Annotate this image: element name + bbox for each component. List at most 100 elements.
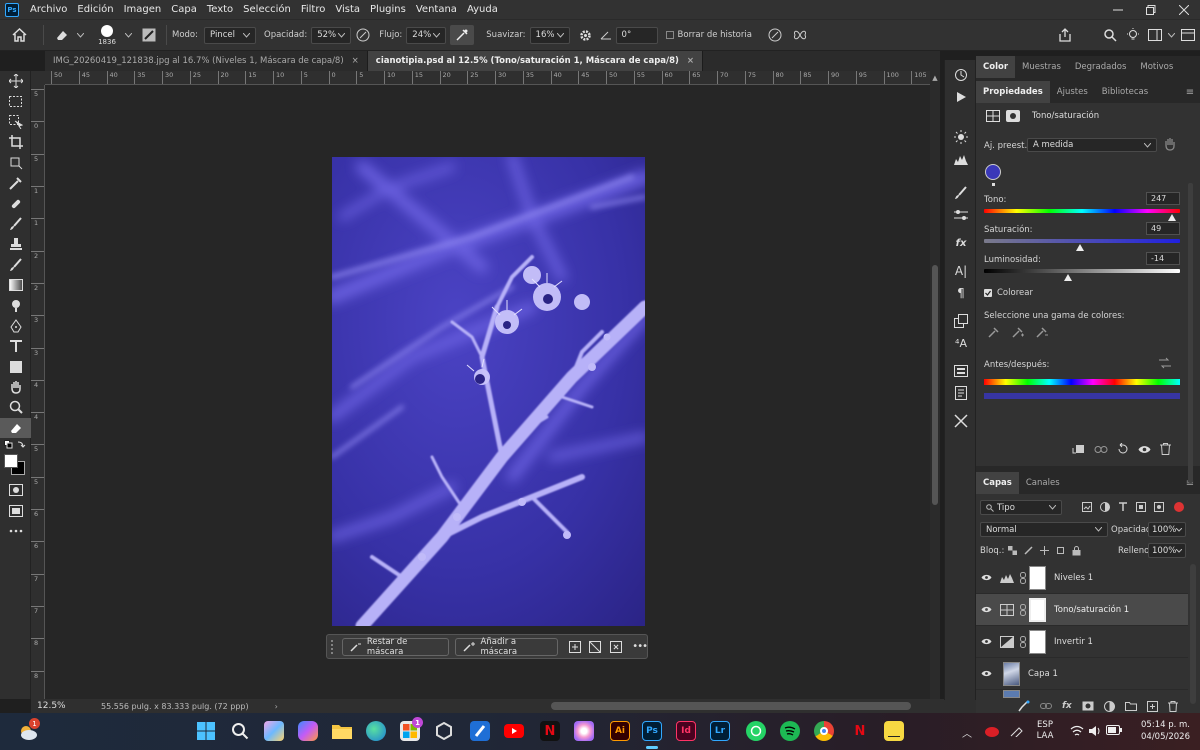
workspace-icon[interactable] bbox=[1144, 29, 1166, 41]
menu-plugins[interactable]: Plugins bbox=[365, 4, 411, 15]
color-swatches[interactable] bbox=[0, 452, 31, 478]
status-menu-chevron-icon[interactable]: › bbox=[275, 702, 278, 711]
tab-bibliotecas[interactable]: Bibliotecas bbox=[1095, 81, 1155, 103]
default-colors-icon[interactable] bbox=[0, 438, 31, 452]
saturation-input[interactable]: 49 bbox=[1146, 222, 1180, 235]
app-circle-icon[interactable] bbox=[574, 721, 594, 741]
tab-degradados[interactable]: Degradados bbox=[1068, 56, 1134, 78]
marquee-tool-icon[interactable] bbox=[0, 91, 31, 111]
tab-img-20260419[interactable]: IMG_20260419_121838.jpg al 16.7% (Nivele… bbox=[45, 51, 368, 71]
home-icon[interactable] bbox=[0, 28, 38, 42]
drag-handle-icon[interactable] bbox=[330, 638, 336, 656]
minimize-icon[interactable] bbox=[1101, 0, 1134, 19]
lock-all-icon[interactable] bbox=[1072, 546, 1081, 556]
adjustment-layer-icon[interactable] bbox=[986, 110, 1000, 122]
netflix-alt-icon[interactable]: N bbox=[850, 721, 870, 741]
healing-brush-tool-icon[interactable] bbox=[0, 193, 31, 213]
horizontal-ruler[interactable]: 50 45 40 35 30 25 20 15 10 5 0 5 10 15 20 25 30 35 40 45 50 5… bbox=[45, 71, 933, 85]
fx-styles-icon[interactable]: fx bbox=[945, 232, 977, 254]
wifi-icon[interactable] bbox=[1070, 725, 1084, 737]
menu-archivo[interactable]: Archivo bbox=[25, 4, 72, 15]
mask-settings-icon[interactable] bbox=[564, 640, 585, 653]
character-styles-icon[interactable]: ⁴A bbox=[945, 332, 977, 354]
eyedropper-tool-icon[interactable] bbox=[0, 173, 31, 193]
link-layers-icon[interactable] bbox=[1040, 702, 1052, 710]
weather-widget[interactable]: 1 bbox=[18, 718, 40, 742]
new-adjustment-layer-icon[interactable] bbox=[1103, 700, 1115, 712]
fx-icon[interactable]: fx bbox=[1062, 701, 1072, 711]
discover-lightbulb-icon[interactable] bbox=[1122, 28, 1144, 42]
colorize-swatch[interactable] bbox=[985, 164, 1001, 180]
scroll-thumb[interactable] bbox=[932, 265, 938, 505]
crop-tool-icon[interactable] bbox=[0, 132, 31, 152]
menu-capa[interactable]: Capa bbox=[166, 4, 202, 15]
airbrush-icon[interactable] bbox=[450, 25, 475, 45]
filter-adjustment-icon[interactable] bbox=[1100, 502, 1110, 512]
stamp-tool-icon[interactable] bbox=[0, 234, 31, 254]
panel-menu-icon[interactable]: ≡ bbox=[1180, 87, 1200, 98]
foreground-color-swatch[interactable] bbox=[4, 454, 18, 469]
eraser-tool-icon[interactable] bbox=[0, 417, 31, 439]
add-to-mask-button[interactable]: Añadir a máscara bbox=[455, 637, 559, 657]
history-brush-tool-icon[interactable] bbox=[0, 255, 31, 275]
search-icon[interactable] bbox=[1098, 28, 1122, 42]
angle-input[interactable]: 0° bbox=[615, 26, 658, 44]
lightroom-icon[interactable]: Lr bbox=[710, 721, 730, 741]
hue-slider-thumb[interactable] bbox=[1168, 214, 1177, 221]
arrange-panels-icon[interactable] bbox=[1176, 29, 1200, 41]
creative-cloud-tray-icon[interactable] bbox=[984, 724, 1000, 738]
tab-muestras[interactable]: Muestras bbox=[1015, 56, 1068, 78]
more-options-icon[interactable]: ••• bbox=[632, 641, 648, 652]
edit-toolbar-icon[interactable] bbox=[0, 521, 31, 541]
brush-settings-icon[interactable] bbox=[137, 28, 161, 42]
zoom-level[interactable]: 12.5% bbox=[37, 701, 77, 711]
chevron-down-icon[interactable] bbox=[1166, 32, 1176, 38]
tab-cianotipia[interactable]: cianotipia.psd al 12.5% (Tono/saturación… bbox=[367, 51, 704, 71]
frame-tool-icon[interactable] bbox=[0, 153, 31, 173]
photoshop-taskbar-icon[interactable]: Ps bbox=[642, 721, 662, 741]
fill-input[interactable]: 100% bbox=[1148, 543, 1186, 558]
tools-presets-icon[interactable] bbox=[945, 410, 977, 432]
brush-tool-icon[interactable] bbox=[0, 214, 31, 234]
layer-image-thumbnail[interactable] bbox=[1003, 661, 1020, 686]
lock-artboard-icon[interactable] bbox=[1056, 546, 1065, 555]
eraser-tool-preset-icon[interactable] bbox=[49, 29, 75, 41]
restore-icon[interactable] bbox=[1134, 0, 1167, 19]
layer-filter-select[interactable]: Tipo bbox=[980, 500, 1062, 515]
delete-layer-trash-icon[interactable] bbox=[1167, 700, 1178, 712]
eyedropper-plus-icon[interactable] bbox=[1012, 326, 1024, 338]
brightness-icon[interactable] bbox=[945, 126, 977, 148]
path-selection-tool-icon[interactable] bbox=[0, 356, 31, 376]
chevron-down-icon[interactable] bbox=[123, 32, 133, 38]
new-group-folder-icon[interactable] bbox=[1124, 701, 1137, 711]
pressure-opacity-icon[interactable] bbox=[351, 28, 375, 42]
lock-image-brush-icon[interactable] bbox=[1024, 546, 1033, 555]
tab-canales[interactable]: Canales bbox=[1019, 472, 1067, 494]
chain-link-icon[interactable] bbox=[1020, 603, 1026, 616]
battery-icon[interactable] bbox=[1106, 725, 1122, 735]
layer-mask-thumbnail[interactable] bbox=[1029, 597, 1046, 622]
microsoft-store-icon[interactable]: 1 bbox=[400, 717, 423, 741]
menu-vista[interactable]: Vista bbox=[330, 4, 365, 15]
flow-input[interactable]: 24% bbox=[406, 26, 447, 44]
brushes-panel-icon[interactable] bbox=[945, 182, 977, 204]
netflix-icon[interactable]: N bbox=[540, 721, 560, 741]
before-after-toggle-icon[interactable] bbox=[1158, 357, 1172, 369]
menu-imagen[interactable]: Imagen bbox=[119, 4, 167, 15]
layer-row-niveles-1[interactable]: Niveles 1 bbox=[976, 562, 1188, 594]
visibility-eye-icon[interactable] bbox=[976, 606, 996, 613]
pen-tool-icon[interactable] bbox=[0, 316, 31, 336]
symmetry-butterfly-icon[interactable] bbox=[790, 29, 810, 41]
show-hidden-icons-chevron-icon[interactable]: ︿ bbox=[962, 725, 972, 740]
brush-settings-panel-icon[interactable] bbox=[945, 204, 977, 226]
menu-edicion[interactable]: Edición bbox=[72, 4, 118, 15]
layer-row-invertir-1[interactable]: Invertir 1 bbox=[976, 626, 1188, 658]
visibility-eye-icon[interactable] bbox=[976, 638, 996, 645]
search-icon[interactable] bbox=[230, 721, 250, 741]
filter-smart-object-icon[interactable] bbox=[1154, 502, 1164, 512]
blend-mode-select[interactable]: Normal bbox=[980, 522, 1108, 537]
hand-tool-icon[interactable] bbox=[0, 377, 31, 397]
notes-icon[interactable] bbox=[945, 382, 977, 404]
mode-select[interactable]: Pincel bbox=[204, 26, 256, 44]
filter-pixel-icon[interactable] bbox=[1082, 502, 1092, 512]
